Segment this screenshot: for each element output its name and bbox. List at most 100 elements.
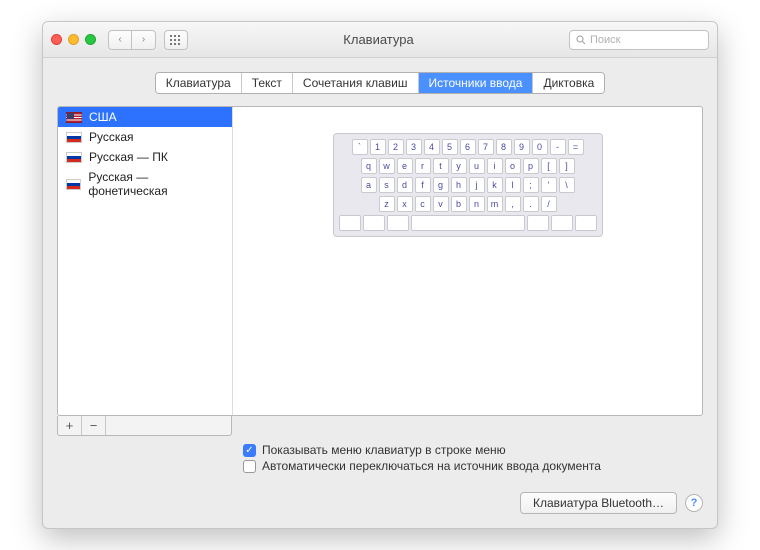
key: o [505, 158, 521, 174]
key: 4 [424, 139, 440, 155]
keyboard-preview: `1234567890-=qwertyuiop[]asdfghjkl;'\zxc… [233, 107, 702, 415]
close-icon[interactable] [51, 34, 62, 45]
help-button[interactable]: ? [685, 494, 703, 512]
key: ] [559, 158, 575, 174]
key: j [469, 177, 485, 193]
modifier-key [411, 215, 525, 231]
source-item-3[interactable]: Русская — фонетическая [58, 167, 232, 201]
forward-button[interactable]: › [132, 30, 156, 50]
key: 1 [370, 139, 386, 155]
key: l [505, 177, 521, 193]
preferences-window: ‹ › Клавиатура Поиск КлавиатураТекстСоче… [42, 21, 718, 529]
flag-icon [66, 152, 82, 163]
tab-0[interactable]: Клавиатура [156, 73, 242, 93]
key: n [469, 196, 485, 212]
key: d [397, 177, 413, 193]
show-all-button[interactable] [164, 30, 188, 50]
search-placeholder: Поиск [590, 34, 620, 46]
key: 0 [532, 139, 548, 155]
search-input[interactable]: Поиск [569, 30, 709, 50]
bluetooth-button[interactable]: Клавиатура Bluetooth… [520, 492, 677, 514]
key: q [361, 158, 377, 174]
key: b [451, 196, 467, 212]
key: x [397, 196, 413, 212]
source-item-1[interactable]: Русская [58, 127, 232, 147]
source-label: США [89, 110, 117, 124]
key: 8 [496, 139, 512, 155]
auto-switch-label: Автоматически переключаться на источник … [262, 459, 601, 473]
source-label: Русская [89, 130, 134, 144]
key: s [379, 177, 395, 193]
key: f [415, 177, 431, 193]
flag-icon [66, 179, 81, 190]
tab-4[interactable]: Диктовка [533, 73, 604, 93]
checkbox-icon: ✓ [243, 444, 256, 457]
zoom-icon[interactable] [85, 34, 96, 45]
key: w [379, 158, 395, 174]
remove-source-button[interactable]: − [82, 416, 106, 435]
titlebar: ‹ › Клавиатура Поиск [43, 22, 717, 58]
show-menu-option[interactable]: ✓ Показывать меню клавиатур в строке мен… [243, 442, 703, 458]
source-list: США Русская Русская — ПК Русская — фонетиче… [58, 107, 233, 415]
key: y [451, 158, 467, 174]
key: k [487, 177, 503, 193]
key: = [568, 139, 584, 155]
source-item-2[interactable]: Русская — ПК [58, 147, 232, 167]
key: . [523, 196, 539, 212]
key: 5 [442, 139, 458, 155]
key: , [505, 196, 521, 212]
modifier-key [551, 215, 573, 231]
list-footer: + − [57, 416, 232, 436]
key: 6 [460, 139, 476, 155]
content-pane: США Русская Русская — ПК Русская — фонетиче… [57, 106, 703, 416]
key: p [523, 158, 539, 174]
key: 3 [406, 139, 422, 155]
traffic-lights [51, 34, 96, 45]
key: u [469, 158, 485, 174]
back-button[interactable]: ‹ [108, 30, 132, 50]
key: a [361, 177, 377, 193]
key: c [415, 196, 431, 212]
checkbox-icon [243, 460, 256, 473]
key: \ [559, 177, 575, 193]
key: g [433, 177, 449, 193]
key: v [433, 196, 449, 212]
source-label: Русская — ПК [89, 150, 168, 164]
source-item-0[interactable]: США [58, 107, 232, 127]
key: ' [541, 177, 557, 193]
tab-2[interactable]: Сочетания клавиш [293, 73, 419, 93]
minimize-icon[interactable] [68, 34, 79, 45]
key: 9 [514, 139, 530, 155]
source-label: Русская — фонетическая [88, 170, 224, 198]
nav-back-forward: ‹ › [108, 30, 156, 50]
key: [ [541, 158, 557, 174]
key: ; [523, 177, 539, 193]
key: t [433, 158, 449, 174]
key: 2 [388, 139, 404, 155]
options: ✓ Показывать меню клавиатур в строке мен… [43, 436, 717, 474]
tab-3[interactable]: Источники ввода [419, 73, 534, 93]
flag-icon [66, 112, 82, 123]
key: z [379, 196, 395, 212]
key: h [451, 177, 467, 193]
key: i [487, 158, 503, 174]
modifier-key [339, 215, 361, 231]
modifier-key [387, 215, 409, 231]
key: / [541, 196, 557, 212]
key: 7 [478, 139, 494, 155]
add-source-button[interactable]: + [58, 416, 82, 435]
auto-switch-option[interactable]: Автоматически переключаться на источник … [243, 458, 703, 474]
modifier-key [575, 215, 597, 231]
window-title: Клавиатура [196, 32, 561, 47]
bottom-bar: Клавиатура Bluetooth… ? [43, 474, 717, 528]
flag-icon [66, 132, 82, 143]
key: m [487, 196, 503, 212]
modifier-key [527, 215, 549, 231]
show-menu-label: Показывать меню клавиатур в строке меню [262, 443, 506, 457]
tab-1[interactable]: Текст [242, 73, 293, 93]
key: r [415, 158, 431, 174]
key: - [550, 139, 566, 155]
modifier-key [363, 215, 385, 231]
search-icon [576, 35, 586, 45]
key: ` [352, 139, 368, 155]
